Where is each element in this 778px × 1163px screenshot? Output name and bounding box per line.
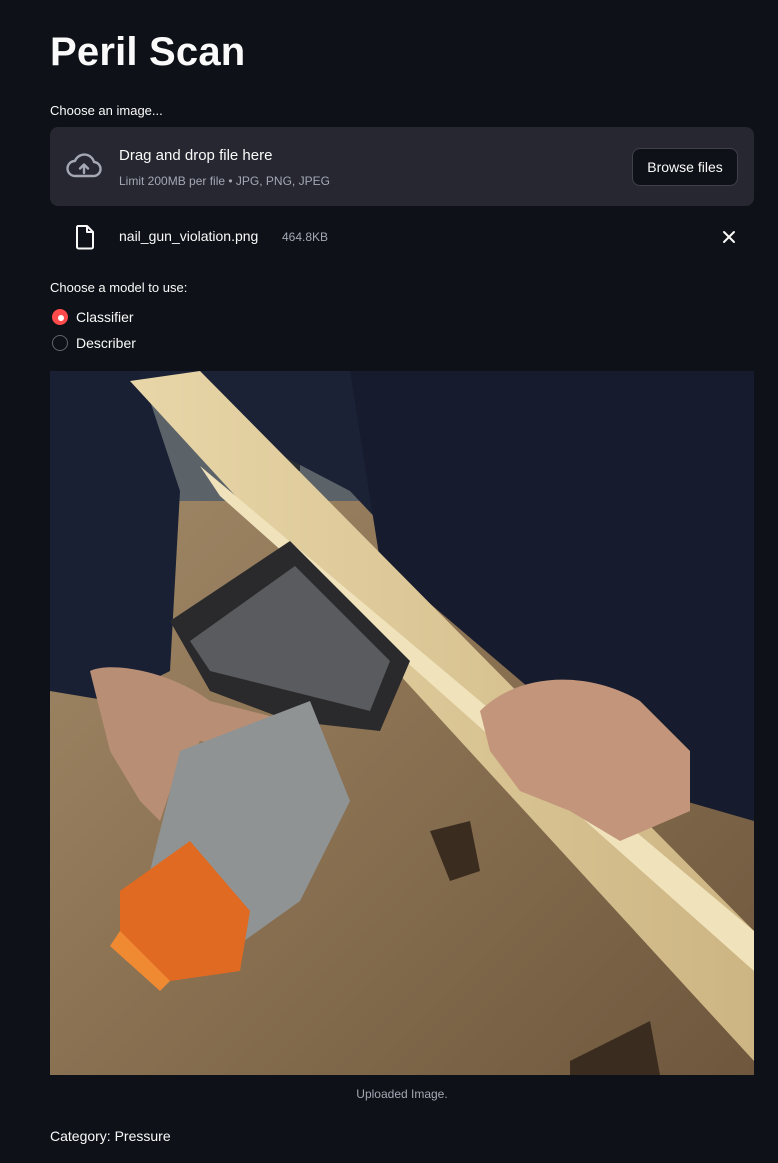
file-name: nail_gun_violation.png — [119, 228, 259, 244]
radio-label: Describer — [76, 335, 136, 351]
image-caption: Uploaded Image. — [356, 1087, 448, 1101]
model-select-label: Choose a model to use: — [50, 280, 188, 295]
radio-option-classifier[interactable]: Classifier — [52, 307, 134, 327]
page-title: Peril Scan — [50, 30, 246, 74]
uploaded-file-item: nail_gun_violation.png 464.8KB — [50, 220, 754, 254]
radio-button-selected[interactable] — [52, 309, 68, 325]
radio-option-describer[interactable]: Describer — [52, 333, 136, 353]
file-icon — [74, 224, 96, 250]
dropzone-subtitle: Limit 200MB per file • JPG, PNG, JPEG — [119, 174, 330, 188]
uploaded-image — [50, 371, 754, 1075]
uploader-label: Choose an image... — [50, 103, 163, 118]
browse-files-button[interactable]: Browse files — [632, 148, 738, 186]
file-size: 464.8KB — [282, 230, 329, 244]
remove-file-button[interactable] — [718, 226, 740, 248]
close-icon — [723, 231, 735, 243]
radio-button[interactable] — [52, 335, 68, 351]
dropzone-title: Drag and drop file here — [119, 147, 273, 164]
file-dropzone[interactable]: Drag and drop file here Limit 200MB per … — [50, 127, 754, 206]
cloud-upload-icon — [66, 151, 102, 181]
radio-label: Classifier — [76, 309, 134, 325]
result-category: Category: Pressure — [50, 1128, 171, 1144]
